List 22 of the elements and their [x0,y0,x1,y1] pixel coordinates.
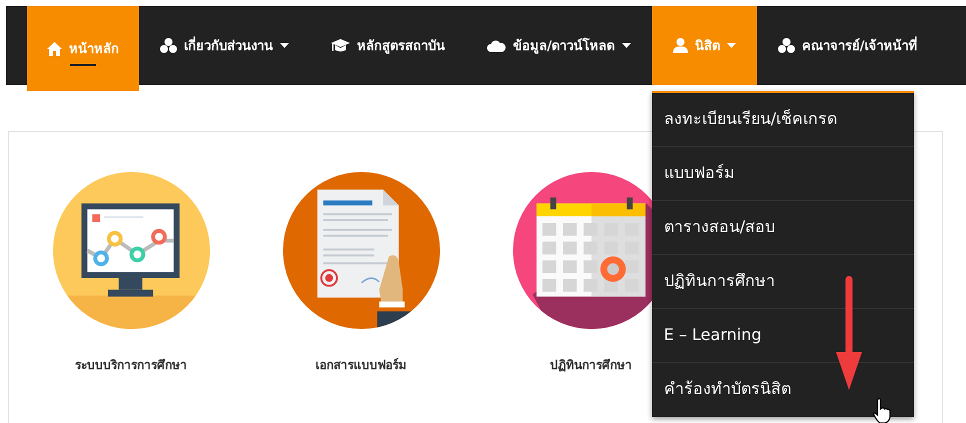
nav-link[interactable]: ข้อมูล/ดาวน์โหลด [466,6,652,85]
dropdown-item[interactable]: ตารางสอน/สอบ [652,201,914,255]
tile-label[interactable]: ปฏิทินการศึกษา [550,355,632,374]
active-underline [70,64,96,66]
dropdown-item[interactable]: แบบฟอร์ม [652,147,914,201]
nav-link[interactable]: เกี่ยวกับส่วนงาน [139,6,310,85]
dropdown-item[interactable]: E – Learning [652,309,914,363]
down-arrow-icon [836,274,862,392]
tile-label[interactable]: เอกสารแบบฟอร์ม [316,355,406,374]
dropdown-item[interactable]: ปฏิทินการศึกษา [652,255,914,309]
nav-link[interactable]: หลักสูตรสถาบัน [310,6,466,85]
dropdown-item[interactable]: คำร้องทำบัตรนิสิต [652,363,914,417]
hand-cursor-icon [872,398,892,423]
graduation-cap-icon [331,38,350,52]
group-icon [160,38,177,53]
dropdown-item[interactable]: ลงทะเบียนเรียน/เช็คเกรด [652,93,914,147]
nav-link[interactable]: คณาจารย์/เจ้าหน้าที่ [756,6,938,85]
group-icon [778,38,795,53]
cloud-icon [487,40,506,52]
tile-label[interactable]: ระบบบริการการศึกษา [75,355,187,374]
user-icon [672,38,688,53]
home-icon [47,42,62,56]
